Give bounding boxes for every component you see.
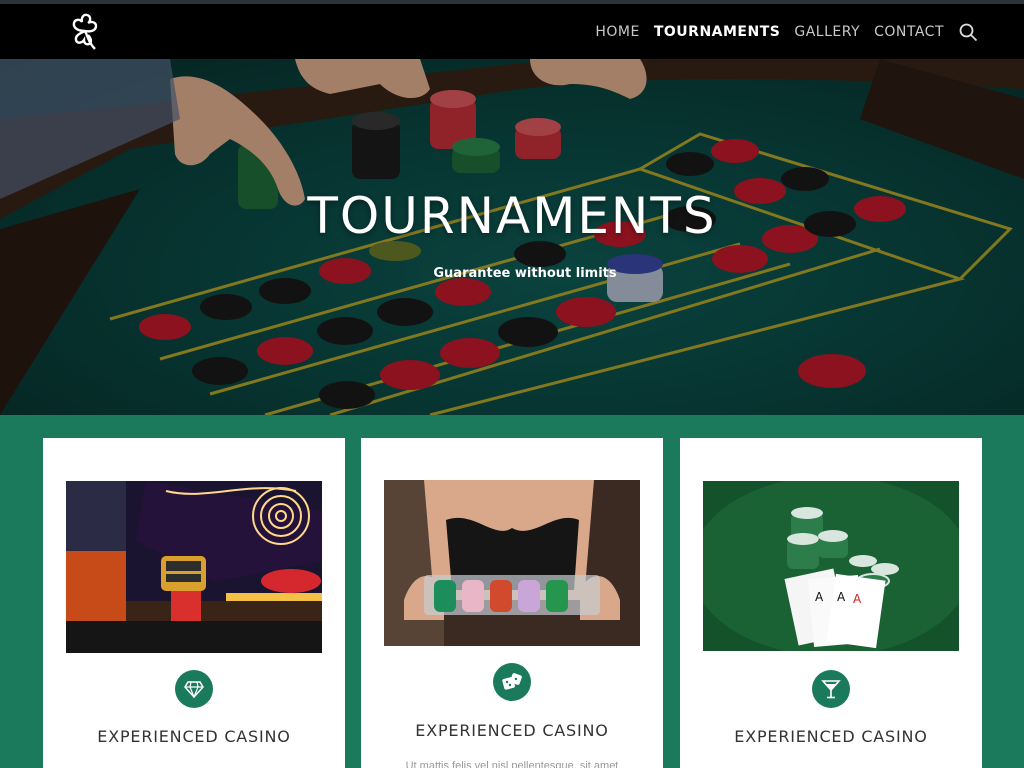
nav-tournaments[interactable]: TOURNAMENTS	[654, 24, 781, 40]
nav-contact[interactable]: CONTACT	[874, 24, 944, 40]
features-section: EXPERIENCED CASINO EXPERIENCED CASINO Ut…	[0, 415, 1024, 768]
chips-cards-image: A A A	[703, 481, 959, 651]
card-title: EXPERIENCED CASINO	[97, 727, 291, 746]
feature-card[interactable]: A A A EXPERIENCED CASINO	[680, 438, 982, 768]
card-icon-bg	[175, 670, 213, 708]
svg-text:A: A	[815, 590, 824, 604]
chip-tray-image	[384, 480, 640, 646]
card-title: EXPERIENCED CASINO	[734, 727, 928, 746]
search-icon[interactable]	[958, 22, 978, 42]
card-icon-bg	[493, 663, 531, 701]
svg-text:A: A	[837, 590, 846, 604]
nav-home[interactable]: HOME	[595, 24, 639, 40]
casino-street-image	[66, 481, 322, 653]
shamrock-icon[interactable]	[64, 11, 106, 53]
hero-subtitle: Guarantee without limits	[433, 266, 617, 281]
hero-title: TOURNAMENTS	[307, 187, 717, 245]
main-nav: HOME TOURNAMENTS GALLERY CONTACT	[581, 4, 978, 59]
dice-icon	[502, 673, 522, 690]
feature-card[interactable]: EXPERIENCED CASINO	[43, 438, 345, 768]
feature-card[interactable]: EXPERIENCED CASINO Ut mattis felis vel n…	[361, 438, 663, 768]
hero-banner: TOURNAMENTS Guarantee without limits	[0, 59, 1024, 415]
navbar: HOME TOURNAMENTS GALLERY CONTACT	[0, 4, 1024, 59]
diamond-icon	[184, 681, 204, 698]
card-text: Ut mattis felis vel nisl pellentesque, s…	[405, 760, 619, 768]
card-icon-bg	[812, 670, 850, 708]
nav-gallery[interactable]: GALLERY	[794, 24, 860, 40]
svg-text:A: A	[853, 592, 862, 606]
card-title: EXPERIENCED CASINO	[415, 721, 609, 740]
cocktail-icon	[821, 680, 841, 699]
